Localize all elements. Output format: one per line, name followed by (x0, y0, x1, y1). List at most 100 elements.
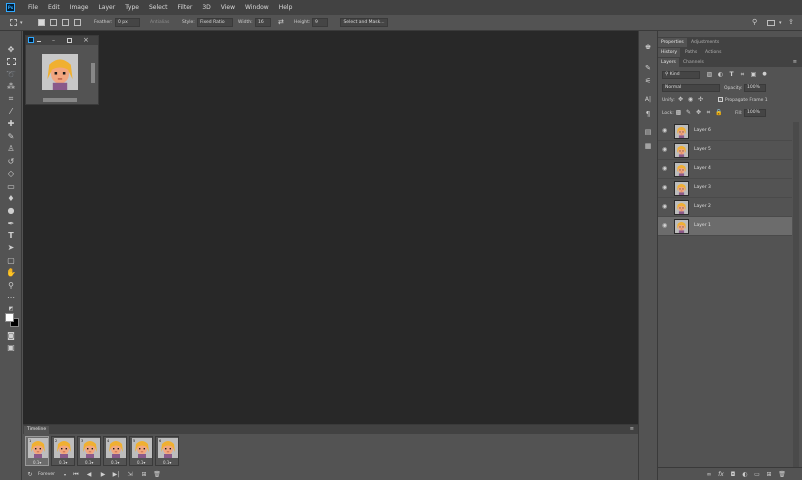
visibility-eye-icon[interactable]: ◉ (662, 223, 670, 229)
animation-frame[interactable]: 5 0.1▾ (129, 436, 153, 466)
vertical-scrollbar[interactable] (91, 63, 95, 83)
frame-duration[interactable]: 0.1▾ (85, 460, 93, 465)
menu-filter[interactable]: Filter (173, 4, 198, 11)
lock-all-icon[interactable]: 🔒 (715, 109, 722, 116)
lock-paint-icon[interactable]: ✎ (685, 109, 692, 116)
visibility-eye-icon[interactable]: ◉ (662, 204, 670, 210)
libraries-icon[interactable]: ♚ (643, 42, 653, 52)
style-select[interactable]: Fixed Ratio (197, 18, 233, 27)
layer-name[interactable]: Layer 6 (694, 128, 711, 133)
layer-name[interactable]: Layer 5 (694, 147, 711, 152)
layer-row[interactable]: ◉ Layer 6 (658, 122, 792, 141)
document-image[interactable] (42, 54, 78, 90)
hand-tool-icon[interactable]: ✋ (6, 268, 16, 278)
menu-layer[interactable]: Layer (93, 4, 120, 11)
link-layers-icon[interactable]: ∞ (705, 471, 713, 479)
eraser-tool-icon[interactable]: ◇ (6, 169, 16, 179)
crop-tool-icon[interactable]: ⌗ (6, 94, 16, 104)
layer-row[interactable]: ◉ Layer 2 (658, 198, 792, 217)
add-mask-icon[interactable]: ◘ (729, 471, 737, 479)
prev-frame-icon[interactable]: ◀ (85, 471, 93, 479)
animation-frame[interactable]: 2 0.1▾ (51, 436, 75, 466)
zoom-tool-icon[interactable]: ⚲ (6, 281, 16, 291)
tab-actions[interactable]: Actions (702, 48, 724, 57)
move-tool-icon[interactable]: ✥ (6, 45, 16, 55)
screen-mode-icon[interactable]: ▣ (6, 343, 16, 353)
type-filter-icon[interactable]: T (728, 71, 735, 78)
tab-paths[interactable]: Paths (682, 48, 700, 57)
lock-artboard-icon[interactable]: ⌗ (705, 109, 712, 116)
blend-mode-select[interactable]: Normal (662, 84, 720, 92)
magic-wand-icon[interactable]: ⁂ (6, 82, 16, 92)
select-and-mask-button[interactable]: Select and Mask... (340, 18, 388, 27)
eyedropper-icon[interactable]: ⁄ (6, 107, 16, 117)
tab-adjustments[interactable]: Adjustments (688, 38, 722, 47)
adjustment-filter-icon[interactable]: ◐ (717, 71, 724, 78)
gradient-tool-icon[interactable]: ▭ (6, 182, 16, 192)
feather-input[interactable]: 0 px (115, 18, 140, 27)
lasso-tool-icon[interactable]: ➰ (6, 70, 16, 80)
lock-position-icon[interactable]: ✥ (695, 109, 702, 116)
menu-type[interactable]: Type (120, 4, 144, 11)
menu-view[interactable]: View (216, 4, 240, 11)
propagate-checkbox[interactable]: ✓ (718, 97, 723, 102)
layer-row[interactable]: ◉ Layer 3 (658, 179, 792, 198)
animation-frame[interactable]: 6 0.1▾ (155, 436, 179, 466)
layer-row[interactable]: ◉ Layer 4 (658, 160, 792, 179)
kind-filter-select[interactable]: ⚲ Kind (662, 71, 700, 79)
timeline-tab[interactable]: Timeline (24, 426, 50, 434)
height-input[interactable]: 9 (312, 18, 328, 27)
canvas-workspace[interactable] (23, 31, 638, 424)
new-selection-icon[interactable] (38, 19, 45, 26)
share-icon[interactable]: ⇪ (788, 18, 794, 26)
paragraph-icon[interactable]: ¶ (643, 109, 653, 119)
brushes-icon[interactable]: ⚟ (643, 76, 653, 86)
animation-frame[interactable]: 1 0.1▾ (25, 436, 49, 466)
minimize-icon[interactable]: – (52, 37, 55, 44)
smart-object-filter-icon[interactable]: ▣ (750, 71, 757, 78)
chevron-down-icon[interactable]: ▾ (61, 471, 69, 479)
new-group-icon[interactable]: ▭ (753, 471, 761, 479)
dodge-tool-icon[interactable]: ● (6, 206, 16, 216)
opacity-input[interactable]: 100% (744, 84, 766, 92)
horizontal-scrollbar[interactable] (43, 98, 77, 102)
tab-channels[interactable]: Channels (680, 58, 707, 67)
animation-frame[interactable]: 4 0.1▾ (103, 436, 127, 466)
brush-tool-icon[interactable]: ✎ (6, 132, 16, 142)
width-input[interactable]: 16 (255, 18, 271, 27)
menu-3d[interactable]: 3D (197, 4, 215, 11)
search-icon[interactable]: ⚲ (752, 18, 757, 26)
intersect-selection-icon[interactable] (74, 19, 81, 26)
document-titlebar[interactable]: – × (26, 36, 98, 45)
unify-style-icon[interactable]: ✣ (697, 96, 704, 103)
layer-name[interactable]: Layer 2 (694, 204, 711, 209)
visibility-eye-icon[interactable]: ◉ (662, 185, 670, 191)
chevron-down-icon[interactable]: ▾ (20, 20, 23, 26)
menu-window[interactable]: Window (240, 4, 274, 11)
history-brush-icon[interactable]: ↺ (6, 157, 16, 167)
panel-menu-icon[interactable]: ≡ (630, 426, 634, 432)
menu-select[interactable]: Select (144, 4, 173, 11)
layer-name[interactable]: Layer 3 (694, 185, 711, 190)
chevron-down-icon[interactable]: ▾ (779, 20, 782, 26)
foreground-color-swatch[interactable] (5, 313, 14, 322)
frame-duration[interactable]: 0.1▾ (137, 460, 145, 465)
close-icon[interactable]: × (83, 36, 89, 44)
fill-input[interactable]: 100% (744, 109, 766, 117)
path-selection-icon[interactable]: ➤ (6, 243, 16, 253)
play-icon[interactable]: ▶ (99, 471, 107, 479)
pen-tool-icon[interactable]: ✒ (6, 219, 16, 229)
animation-frame[interactable]: 3 0.1▾ (77, 436, 101, 466)
panel-menu-icon[interactable]: ≡ (793, 59, 797, 65)
frame-duration[interactable]: 0.1▾ (59, 460, 67, 465)
visibility-eye-icon[interactable]: ◉ (662, 128, 670, 134)
visibility-eye-icon[interactable]: ◉ (662, 166, 670, 172)
type-tool-icon[interactable]: T (6, 231, 16, 241)
clone-stamp-icon[interactable]: ♙ (6, 144, 16, 154)
visibility-eye-icon[interactable]: ◉ (662, 147, 670, 153)
frame-duration[interactable]: 0.1▾ (33, 460, 41, 465)
blur-tool-icon[interactable]: ♦ (6, 194, 16, 204)
tab-history[interactable]: History (658, 48, 681, 57)
marquee-tool-icon[interactable] (7, 58, 16, 65)
more-tools-icon[interactable]: ⋯ (6, 293, 16, 303)
